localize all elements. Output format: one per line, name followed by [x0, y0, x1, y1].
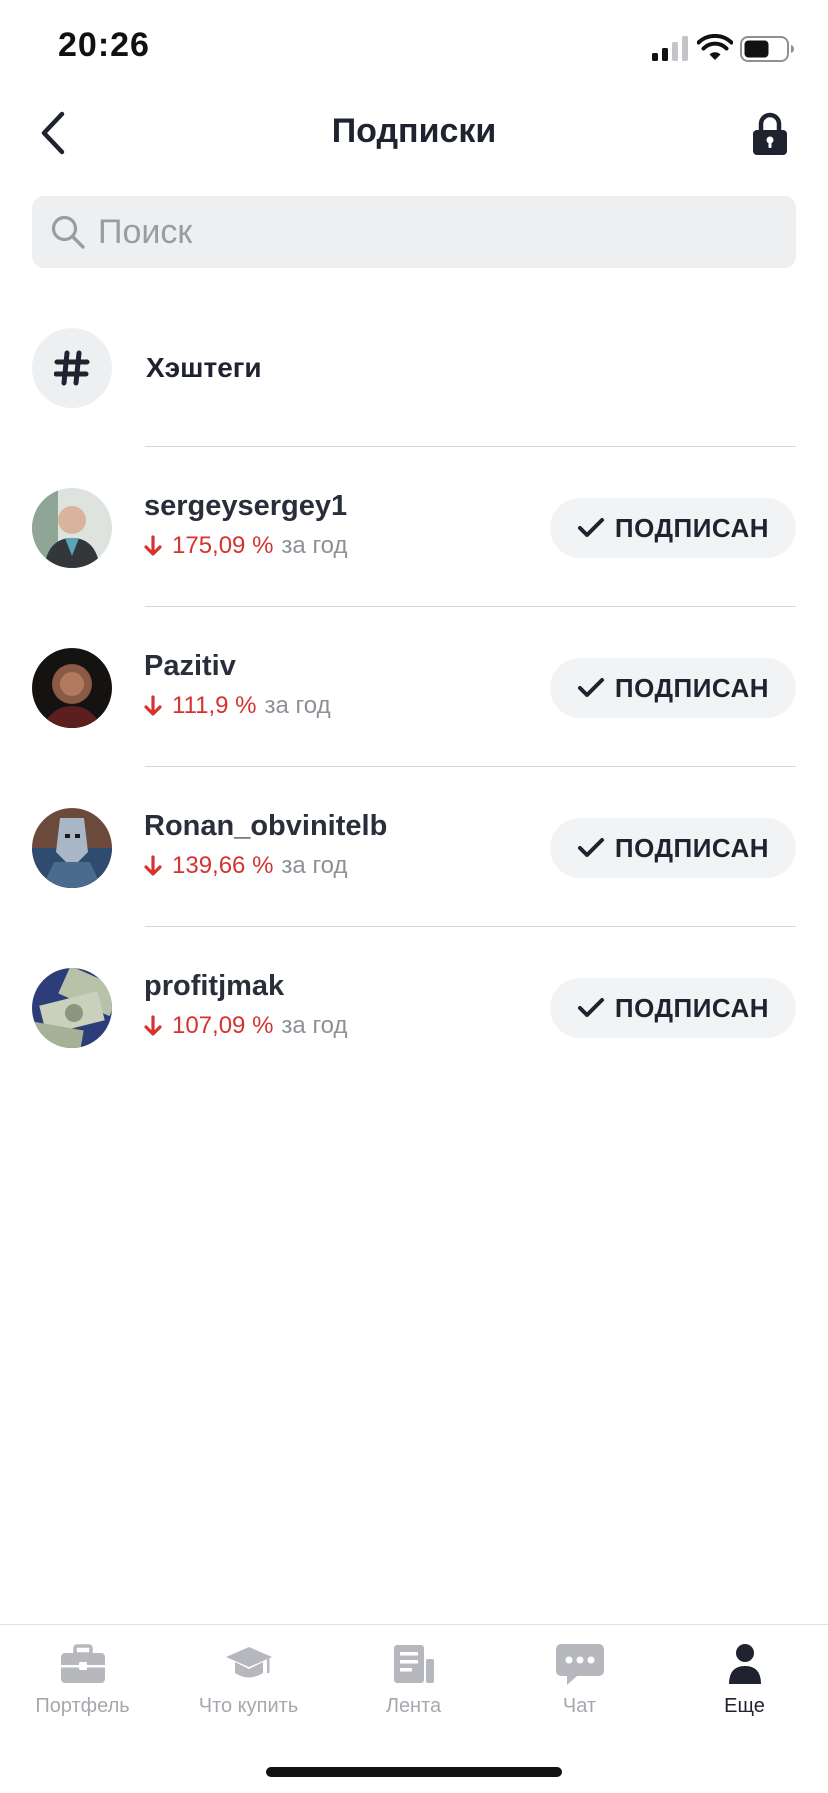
status-bar: 20:26 [0, 0, 828, 100]
home-indicator[interactable] [266, 1767, 562, 1777]
status-time: 20:26 [58, 26, 150, 64]
divider [145, 606, 796, 607]
avatar[interactable] [32, 648, 112, 728]
navigation-bar: Подписки [0, 100, 828, 190]
person-icon [728, 1644, 761, 1684]
subscription-row[interactable]: sergeysergey1 175,09 % за год ПОДПИСАН [32, 488, 796, 568]
subscribed-label: ПОДПИСАН [614, 672, 770, 703]
subscribed-label: ПОДПИСАН [614, 832, 770, 863]
arrow-down-icon [144, 535, 162, 556]
tab-label: Лента [385, 1695, 442, 1717]
search-icon [51, 215, 85, 249]
tab-label: Портфель [35, 1695, 130, 1717]
check-icon [577, 678, 604, 697]
hashtags-item[interactable]: Хэштеги [32, 328, 796, 408]
lock-icon [753, 112, 787, 155]
tab-chat[interactable]: Чат [497, 1641, 662, 1731]
chat-bubble-icon [555, 1644, 604, 1685]
subscription-row[interactable]: Ronan_obvinitelb 139,66 % за год ПОДПИСА… [32, 808, 796, 888]
avatar-image [32, 968, 112, 1048]
user-stat: 107,09 % за год [144, 1012, 348, 1040]
yield-value: 139,66 % [172, 852, 274, 879]
avatar[interactable] [32, 488, 112, 568]
tab-portfolio[interactable]: Портфель [0, 1641, 165, 1731]
subscription-row[interactable]: Pazitiv 111,9 % за год ПОДПИСАН [32, 648, 796, 728]
avatar[interactable] [32, 968, 112, 1048]
subscribed-button[interactable]: ПОДПИСАН [550, 498, 796, 558]
arrow-down-icon [144, 855, 162, 876]
tab-label: Еще [724, 1695, 765, 1717]
user-name[interactable]: profitjmak [144, 970, 284, 1003]
yield-value: 111,9 % [172, 692, 257, 719]
lock-button[interactable] [740, 106, 800, 162]
avatar-image [32, 808, 112, 888]
check-icon [577, 518, 604, 537]
subscribed-label: ПОДПИСАН [614, 992, 770, 1023]
avatar-image [32, 488, 112, 568]
subscribed-button[interactable]: ПОДПИСАН [550, 978, 796, 1038]
divider [145, 446, 796, 447]
user-name[interactable]: Ronan_obvinitelb [144, 810, 387, 843]
hashtag-icon [54, 350, 90, 386]
cellular-signal-icon [652, 36, 688, 61]
user-name[interactable]: Pazitiv [144, 650, 236, 683]
tab-more[interactable]: Еще [662, 1641, 827, 1731]
check-icon [577, 838, 604, 857]
tab-what-to-buy[interactable]: Что купить [166, 1641, 331, 1731]
arrow-down-icon [144, 1015, 162, 1036]
divider [145, 926, 796, 927]
user-stat: 111,9 % за год [144, 692, 331, 720]
yield-period: за год [264, 692, 331, 719]
check-icon [577, 998, 604, 1017]
avatar[interactable] [32, 808, 112, 888]
subscription-row[interactable]: profitjmak 107,09 % за год ПОДПИСАН [32, 968, 796, 1048]
tab-feed[interactable]: Лента [331, 1641, 496, 1731]
yield-period: за год [281, 532, 348, 559]
yield-value: 175,09 % [172, 532, 274, 559]
battery-icon [740, 36, 794, 62]
page-title: Подписки [331, 112, 497, 150]
yield-period: за год [281, 852, 348, 879]
graduation-cap-icon [225, 1647, 272, 1678]
search-input[interactable] [96, 211, 700, 253]
user-stat: 139,66 % за год [144, 852, 348, 880]
subscribed-button[interactable]: ПОДПИСАН [550, 658, 796, 718]
search-box[interactable] [32, 196, 796, 268]
news-feed-icon [393, 1645, 434, 1683]
tab-label: Что купить [198, 1695, 299, 1717]
tab-label: Чат [562, 1695, 597, 1717]
briefcase-icon [60, 1644, 105, 1683]
yield-period: за год [281, 1012, 348, 1039]
arrow-down-icon [144, 695, 162, 716]
subscribed-label: ПОДПИСАН [614, 512, 770, 543]
divider [145, 766, 796, 767]
wifi-icon [697, 34, 733, 60]
subscribed-button[interactable]: ПОДПИСАН [550, 818, 796, 878]
user-stat: 175,09 % за год [144, 532, 348, 560]
user-name[interactable]: sergeysergey1 [144, 490, 347, 523]
yield-value: 107,09 % [172, 1012, 274, 1039]
hashtag-icon-circle [32, 328, 112, 408]
avatar-image [32, 648, 112, 728]
hashtags-label: Хэштеги [146, 352, 262, 383]
